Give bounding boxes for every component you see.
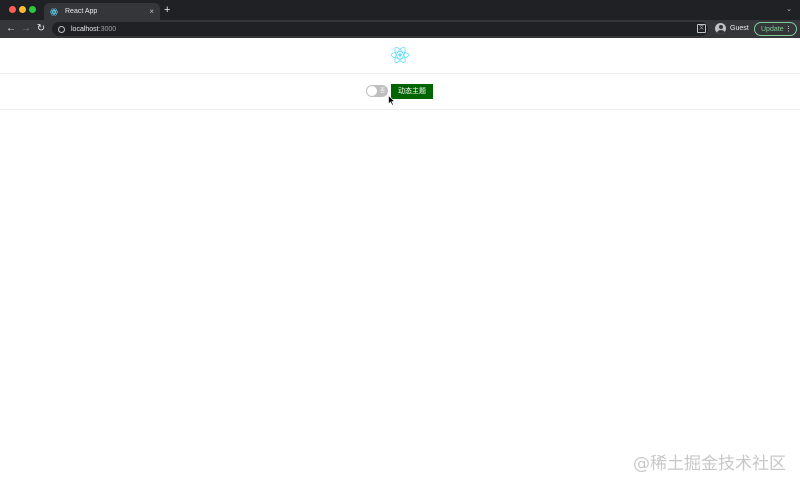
profile-button[interactable]: Guest [715,23,749,34]
profile-name: Guest [730,25,749,32]
translate-icon[interactable]: 文 [697,24,706,33]
address-bar[interactable]: localhost :3000 [52,22,708,36]
more-menu-icon[interactable]: ⋮ [785,25,796,33]
update-button[interactable]: Update ⋮ [754,22,797,36]
url-port: :3000 [98,25,117,33]
page-viewport: 否 动态主题 @稀土掘金技术社区 [0,38,800,488]
switch-off-text: 否 [379,88,385,94]
url-host: localhost [71,25,99,33]
minimize-window-button[interactable] [19,6,26,13]
switch-knob [367,86,377,96]
controls-row: 否 动态主题 [0,80,800,110]
tab-search-chevron-icon[interactable]: ⌄ [786,5,792,13]
update-label: Update [761,25,784,33]
watermark: @稀土掘金技术社区 [633,454,786,474]
tab-title: React App [65,8,98,15]
tab-bar: React App × + ⌄ [0,0,800,20]
app-header [0,38,800,74]
avatar-icon [715,23,726,34]
theme-switch[interactable]: 否 [366,85,388,97]
tab-close-icon[interactable]: × [149,7,154,16]
site-info-icon[interactable] [58,25,65,33]
forward-button[interactable]: → [19,22,33,36]
browser-toolbar: ← → ↻ localhost :3000 文 Guest Update ⋮ [0,20,800,38]
browser-chrome: React App × + ⌄ ← → ↻ localhost :3000 文 … [0,0,800,38]
back-button[interactable]: ← [4,22,18,36]
mouse-cursor-icon [388,95,396,106]
new-tab-button[interactable]: + [164,4,170,16]
dynamic-theme-button[interactable]: 动态主题 [391,84,433,99]
maximize-window-button[interactable] [29,6,36,13]
react-logo-icon [391,46,409,64]
react-favicon-icon [50,7,58,16]
reload-button[interactable]: ↻ [34,22,48,36]
close-window-button[interactable] [9,6,16,13]
tab-react-app[interactable]: React App × [44,3,160,20]
